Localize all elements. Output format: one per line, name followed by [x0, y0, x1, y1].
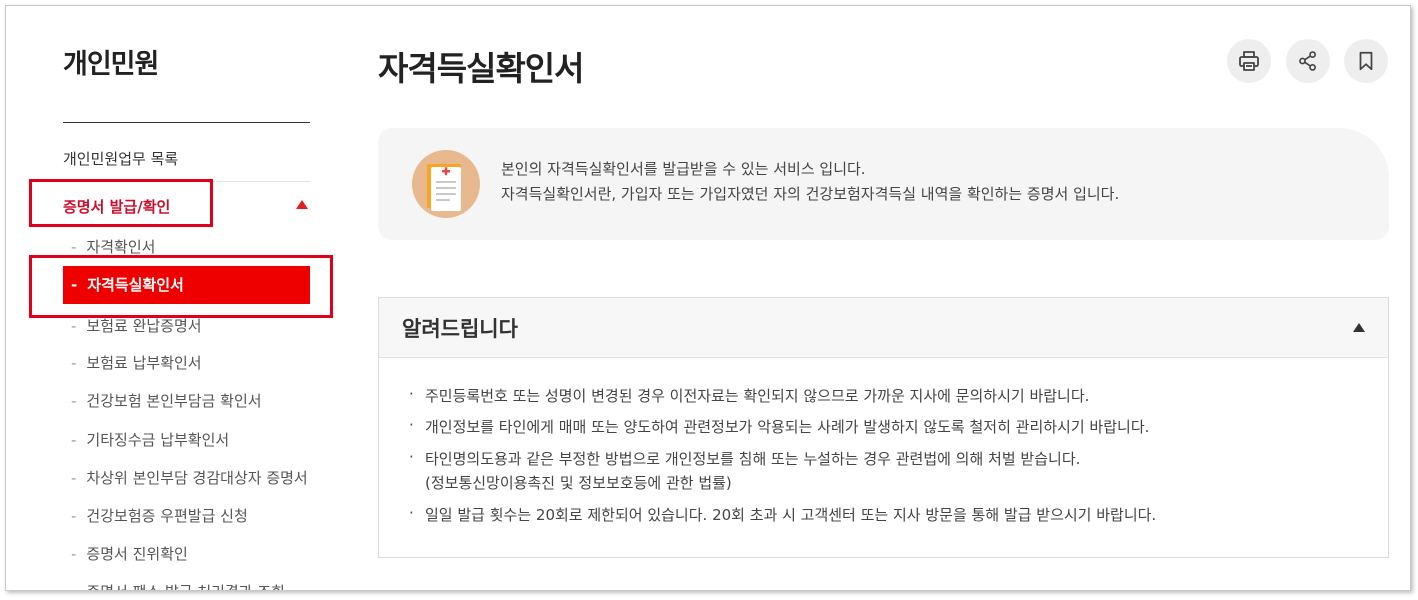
sidebar-subitem-copay-cert[interactable]: - 건강보험 본인부담금 확인서 — [71, 390, 262, 411]
dash-icon: - — [71, 354, 77, 372]
sidebar-subitem-paid-cert[interactable]: - 보험료 완납증명서 — [71, 315, 202, 336]
dash-icon: - — [71, 392, 77, 410]
description-line-1: 본인의 자격득실확인서를 발급받을 수 있는 서비스 입니다. — [501, 160, 866, 178]
notice-panel: 알려드립니다 · 주민등록번호 또는 성명이 변경된 경우 이전자료는 확인되지… — [378, 297, 1389, 558]
dash-icon: - — [71, 469, 77, 487]
page-frame: 개인민원 개인민원업무 목록 증명서 발급/확인 - 자격확인서 - 자격득실확인서… — [5, 5, 1411, 591]
caret-up-icon[interactable] — [296, 200, 308, 209]
notice-header[interactable]: 알려드립니다 — [379, 298, 1388, 358]
sidebar-subitem-qualification[interactable]: - 자격확인서 — [71, 236, 155, 257]
sidebar-subitem-fax[interactable]: -증명서 팩스 발급 처리결과 조회 — [71, 581, 285, 590]
document-icon — [412, 150, 480, 218]
bookmark-button[interactable] — [1344, 39, 1388, 83]
notice-title: 알려드립니다 — [402, 317, 518, 341]
dash-icon: - — [71, 583, 76, 590]
page-title: 자격득실확인서 — [378, 49, 585, 88]
highlight-box-group — [29, 179, 213, 227]
sidebar-subitem-reduction-cert[interactable]: - 차상위 본인부담 경감대상자 증명서 — [71, 467, 308, 488]
sidebar-subitem-other-payment[interactable]: - 기타징수금 납부확인서 — [71, 429, 229, 450]
bullet-icon: · — [409, 504, 414, 522]
bullet-icon: · — [409, 416, 414, 434]
sidebar-subitem-payment-cert[interactable]: - 보험료 납부확인서 — [71, 352, 202, 373]
service-description: 본인의 자격득실확인서를 발급받을 수 있는 서비스 입니다. 자격득실확인서란… — [501, 157, 1119, 207]
sidebar-title: 개인민원 — [63, 49, 159, 80]
bullet-icon: · — [409, 385, 414, 403]
sidebar-subitem-verify[interactable]: - 증명서 진위확인 — [71, 543, 188, 564]
dash-icon: - — [71, 431, 77, 449]
print-button[interactable] — [1227, 39, 1271, 83]
print-icon — [1239, 51, 1259, 71]
description-line-2: 자격득실확인서란, 가입자 또는 가입자였던 자의 건강보험자격득실 내역을 확… — [501, 185, 1120, 203]
dash-icon: - — [71, 545, 77, 563]
dash-icon: - — [71, 238, 77, 256]
bookmark-icon — [1359, 51, 1373, 71]
share-button[interactable] — [1286, 39, 1330, 83]
dash-icon: - — [71, 317, 77, 335]
service-info-box: 본인의 자격득실확인서를 발급받을 수 있는 서비스 입니다. 자격득실확인서란… — [378, 128, 1389, 240]
sidebar-subitem-mail-card[interactable]: - 건강보험증 우편발급 신청 — [71, 505, 248, 526]
sidebar-divider — [63, 122, 310, 123]
highlight-box-item — [29, 255, 333, 318]
sidebar-item-list[interactable]: 개인민원업무 목록 — [63, 148, 178, 169]
caret-up-icon[interactable] — [1353, 323, 1365, 332]
bullet-icon: · — [409, 448, 414, 466]
dash-icon: - — [71, 507, 77, 525]
share-icon — [1299, 51, 1316, 71]
